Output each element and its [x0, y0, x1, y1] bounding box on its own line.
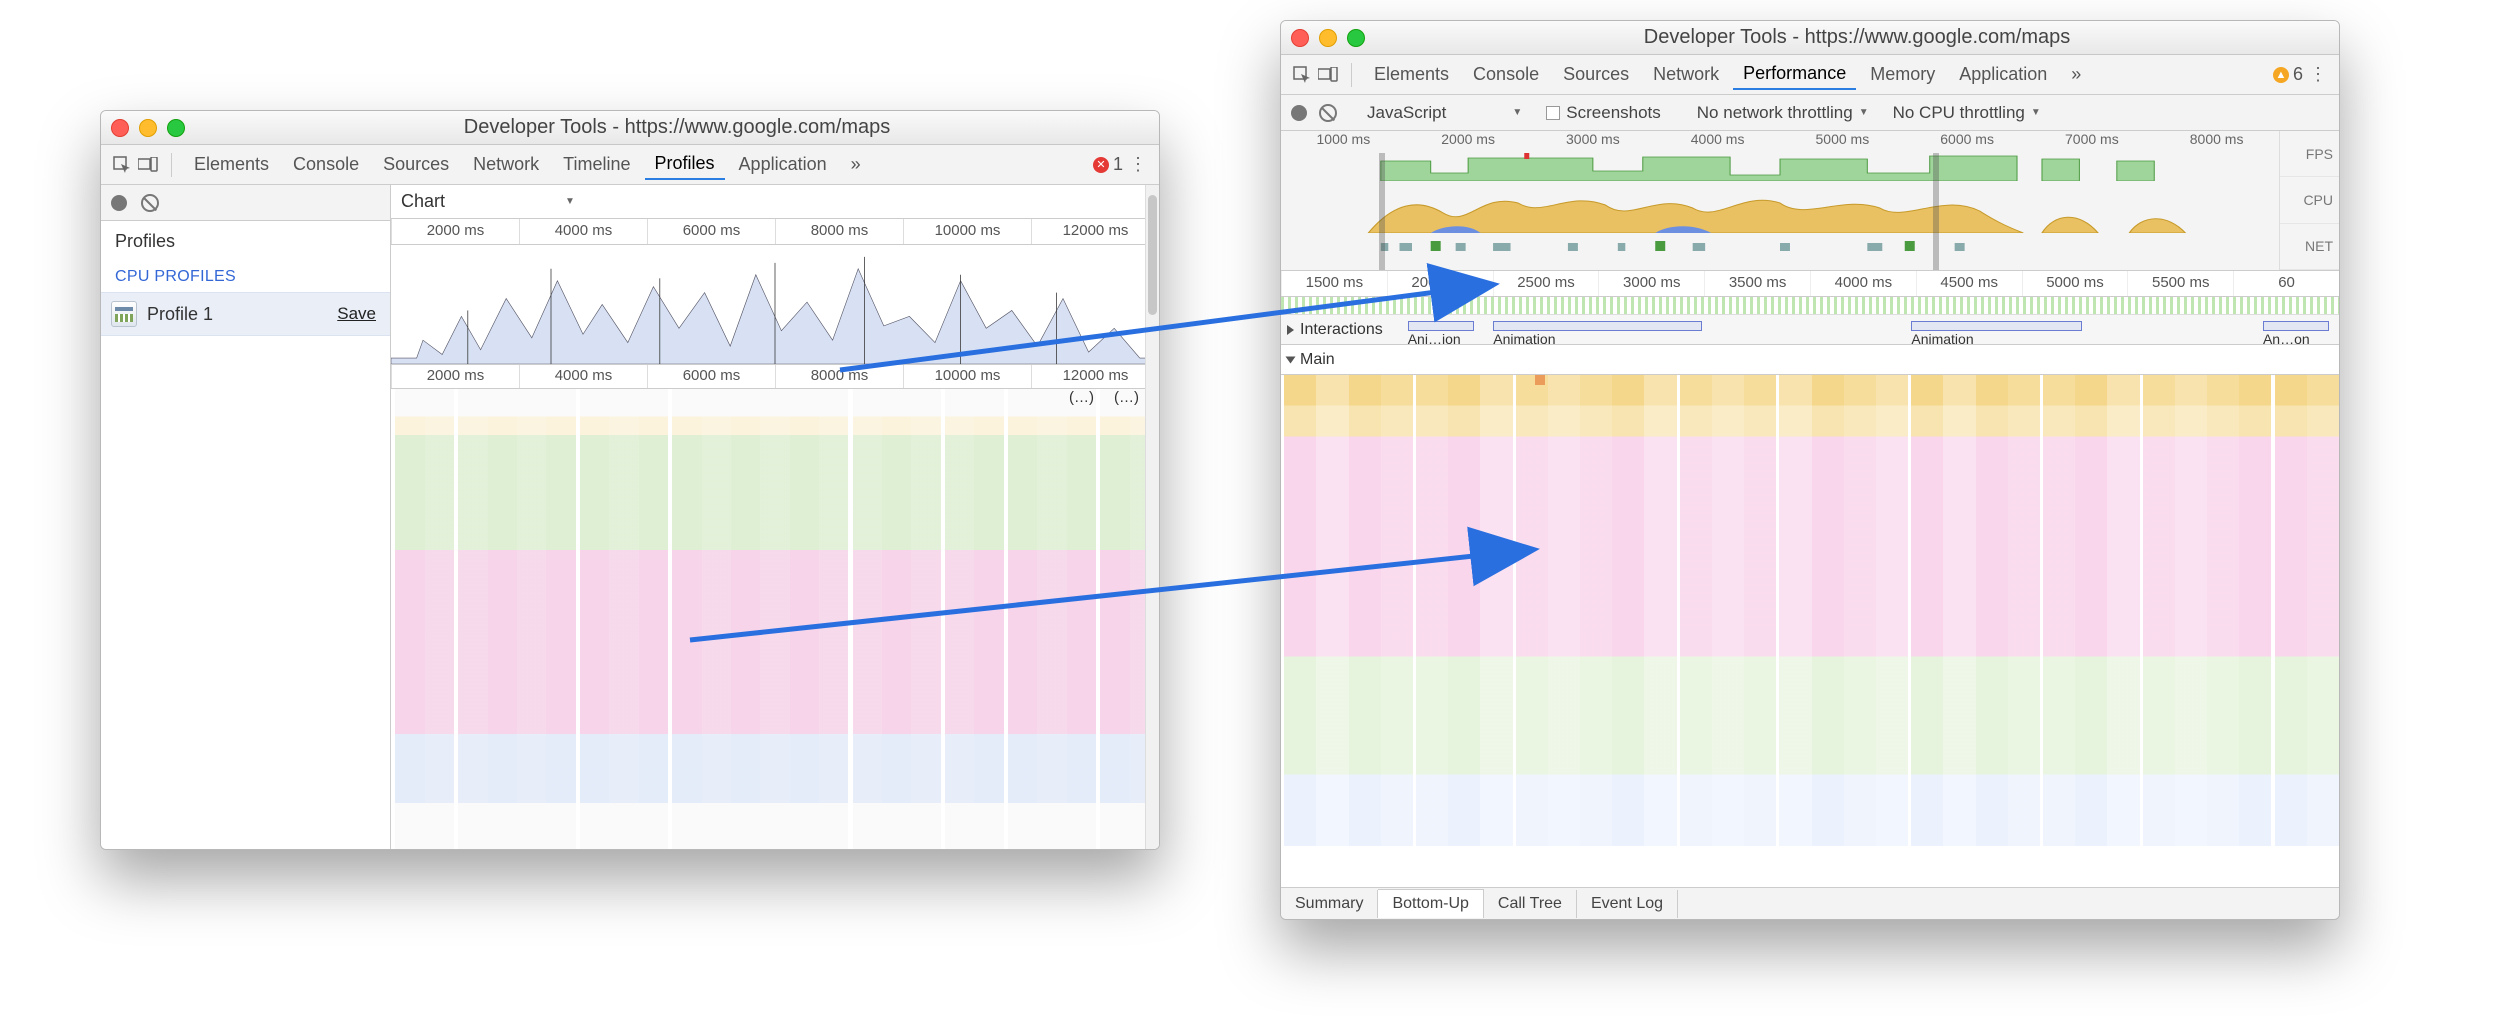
- minimize-icon[interactable]: [139, 119, 157, 137]
- tab-event-log[interactable]: Event Log: [1577, 890, 1678, 918]
- view-mode-select[interactable]: Chart ▼: [391, 185, 1159, 219]
- collapse-icon[interactable]: [1286, 356, 1296, 363]
- tab-profiles[interactable]: Profiles: [645, 149, 725, 180]
- record-button[interactable]: [1291, 105, 1307, 121]
- close-icon[interactable]: [111, 119, 129, 137]
- tab-network[interactable]: Network: [463, 150, 549, 179]
- main-track-header[interactable]: Main: [1281, 345, 2339, 375]
- cpu-overview-chart[interactable]: [391, 245, 1159, 365]
- warning-count-value: 6: [2293, 64, 2303, 85]
- profile-chart-area: Chart ▼ 2000 ms 4000 ms 6000 ms 8000 ms …: [391, 185, 1159, 849]
- tab-call-tree[interactable]: Call Tree: [1484, 890, 1577, 918]
- tab-sources[interactable]: Sources: [373, 150, 459, 179]
- zoom-icon[interactable]: [167, 119, 185, 137]
- devtools-tabs: Elements Console Sources Network Perform…: [1281, 55, 2339, 95]
- screenshots-checkbox[interactable]: Screenshots: [1540, 101, 1667, 125]
- warning-icon: ▲: [2273, 67, 2289, 83]
- profile-item[interactable]: Profile 1 Save: [101, 292, 390, 336]
- warning-count[interactable]: ▲ 6: [2273, 64, 2303, 85]
- tab-performance[interactable]: Performance: [1733, 59, 1856, 90]
- tab-application[interactable]: Application: [1949, 60, 2057, 89]
- titlebar[interactable]: Developer Tools - https://www.google.com…: [101, 111, 1159, 145]
- overview-ruler: 1000 ms 2000 ms 3000 ms 4000 ms 5000 ms …: [1281, 131, 2279, 153]
- clear-button[interactable]: [1319, 104, 1337, 122]
- devtools-window-performance: Developer Tools - https://www.google.com…: [1280, 20, 2340, 920]
- tab-timeline[interactable]: Timeline: [553, 150, 640, 179]
- tab-sources[interactable]: Sources: [1553, 60, 1639, 89]
- error-count-value: 1: [1113, 154, 1123, 175]
- capture-type-select[interactable]: JavaScript ▼: [1361, 101, 1528, 125]
- scrollbar[interactable]: [1145, 185, 1159, 849]
- tab-application[interactable]: Application: [729, 150, 837, 179]
- traffic-lights[interactable]: [1291, 29, 1365, 47]
- profile-name: Profile 1: [147, 304, 327, 325]
- record-button[interactable]: [111, 195, 127, 211]
- tab-network[interactable]: Network: [1643, 60, 1729, 89]
- tab-console[interactable]: Console: [1463, 60, 1549, 89]
- zoom-icon[interactable]: [1347, 29, 1365, 47]
- window-title: Developer Tools - https://www.google.com…: [1385, 26, 2329, 49]
- chevron-down-icon: ▼: [1512, 107, 1522, 118]
- frames-strip[interactable]: [1281, 297, 2339, 315]
- flame-stripes: [391, 389, 1159, 849]
- range-handle-left[interactable]: [1379, 153, 1385, 270]
- expand-icon[interactable]: [1287, 325, 1294, 335]
- clear-button[interactable]: [141, 194, 159, 212]
- detail-ruler[interactable]: 2000 ms 4000 ms 6000 ms 8000 ms 10000 ms…: [391, 365, 1159, 389]
- overview-ruler[interactable]: 2000 ms 4000 ms 6000 ms 8000 ms 10000 ms…: [391, 219, 1159, 245]
- main-label: Main: [1300, 351, 1335, 369]
- net-track: [1281, 235, 2279, 259]
- sidebar-heading: Profiles: [101, 221, 390, 262]
- tab-elements[interactable]: Elements: [1364, 60, 1459, 89]
- chevron-down-icon: ▼: [565, 196, 575, 207]
- checkbox-icon: [1546, 106, 1560, 120]
- device-toggle-icon[interactable]: [1317, 64, 1339, 86]
- kebab-menu-icon[interactable]: ⋮: [1127, 154, 1149, 176]
- tab-summary[interactable]: Summary: [1281, 890, 1378, 918]
- save-profile-link[interactable]: Save: [337, 304, 376, 324]
- view-mode-label: Chart: [401, 191, 445, 212]
- traffic-lights[interactable]: [111, 119, 185, 137]
- chevron-down-icon: ▼: [2031, 107, 2041, 118]
- profile-icon: [111, 301, 137, 327]
- interactions-track[interactable]: Interactions Ani…ion Animation Animation…: [1281, 315, 2339, 345]
- tab-console[interactable]: Console: [283, 150, 369, 179]
- inspect-icon[interactable]: [1291, 64, 1313, 86]
- minimize-icon[interactable]: [1319, 29, 1337, 47]
- tab-memory[interactable]: Memory: [1860, 60, 1945, 89]
- device-toggle-icon[interactable]: [137, 154, 159, 176]
- main-flame-chart[interactable]: [1281, 375, 2339, 887]
- details-tabs: Summary Bottom-Up Call Tree Event Log: [1281, 887, 2339, 919]
- error-count[interactable]: ✕ 1: [1093, 154, 1123, 175]
- interactions-label: Interactions: [1300, 321, 1383, 339]
- flame-chart[interactable]: (…) (…): [391, 389, 1159, 849]
- tab-elements[interactable]: Elements: [184, 150, 279, 179]
- cpu-track: [1281, 183, 2279, 233]
- tab-bottom-up[interactable]: Bottom-Up: [1378, 889, 1483, 918]
- sidebar-section-cpu: CPU PROFILES: [101, 262, 390, 292]
- devtools-tabs: Elements Console Sources Network Timelin…: [101, 145, 1159, 185]
- window-title: Developer Tools - https://www.google.com…: [205, 116, 1149, 139]
- titlebar[interactable]: Developer Tools - https://www.google.com…: [1281, 21, 2339, 55]
- overview-labels: FPS CPU NET: [2279, 131, 2339, 270]
- detail-ruler[interactable]: 1500 ms 2000 ms 2500 ms 3000 ms 3500 ms …: [1281, 271, 2339, 297]
- tabs-overflow-icon[interactable]: »: [2061, 60, 2091, 89]
- close-icon[interactable]: [1291, 29, 1309, 47]
- range-handle-right[interactable]: [1933, 153, 1939, 270]
- cpu-throttle-select[interactable]: No CPU throttling ▼: [1887, 101, 2047, 125]
- devtools-window-profiles: Developer Tools - https://www.google.com…: [100, 110, 1160, 850]
- capture-settings-bar: JavaScript ▼ Screenshots No network thro…: [1281, 95, 2339, 131]
- chevron-down-icon: ▼: [1859, 107, 1869, 118]
- profiles-sidebar: Profiles CPU PROFILES Profile 1 Save: [101, 185, 391, 849]
- tabs-overflow-icon[interactable]: »: [841, 150, 871, 179]
- performance-overview[interactable]: 1000 ms 2000 ms 3000 ms 4000 ms 5000 ms …: [1281, 131, 2339, 271]
- inspect-icon[interactable]: [111, 154, 133, 176]
- fps-track: [1281, 153, 2279, 181]
- error-icon: ✕: [1093, 157, 1109, 173]
- network-throttle-select[interactable]: No network throttling ▼: [1691, 101, 1875, 125]
- kebab-menu-icon[interactable]: ⋮: [2307, 64, 2329, 86]
